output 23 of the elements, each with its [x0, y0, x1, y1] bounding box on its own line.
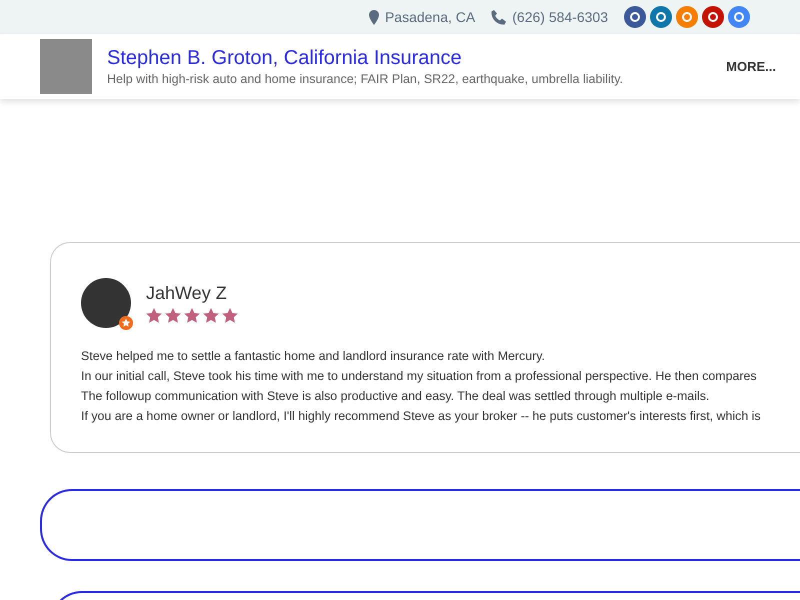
- star-icon: [184, 308, 200, 323]
- star-icon: [203, 308, 219, 323]
- map-pin-icon: [368, 10, 379, 24]
- site-title[interactable]: Stephen B. Groton, California Insurance: [107, 47, 726, 70]
- star-icon: [222, 308, 238, 323]
- star-icon: [165, 308, 181, 323]
- review-text: In our initial call, Steve took his time with me to understand my situation from a professional perspective. He then compares: [81, 368, 758, 385]
- badge-icon: [119, 316, 133, 330]
- photo-placeholder: [40, 39, 92, 94]
- social-logo-icon[interactable]: [650, 6, 672, 28]
- star-icon: [146, 308, 162, 323]
- review-text: The followup communication with Steve is also productive and easy. The deal was settled through multiple e-mails.: [81, 388, 710, 405]
- phone-icon: [491, 10, 506, 24]
- phone-link[interactable]: (626) 584-6303: [512, 9, 608, 25]
- reviewer-name: JahWey Z: [146, 283, 228, 304]
- tagline-text: Help with high-risk auto and home insurance; FAIR Plan, SR22, earthquake, umbrella liability.: [107, 72, 624, 86]
- review-text: Steve helped me to settle a fantastic home and landlord insurance rate with Mercury.: [81, 348, 546, 365]
- review-text: If you are a home owner or landlord, I'll highly recommend Steve as your broker -- he puts customer's interests first, which is: [81, 408, 762, 425]
- more-menu-link[interactable]: MORE...: [726, 59, 776, 74]
- social-logo-icon[interactable]: [624, 6, 646, 28]
- social-logo-icon[interactable]: [702, 6, 724, 28]
- social-logo-icon[interactable]: [728, 6, 750, 28]
- location-text: Pasadena, CA: [384, 9, 476, 25]
